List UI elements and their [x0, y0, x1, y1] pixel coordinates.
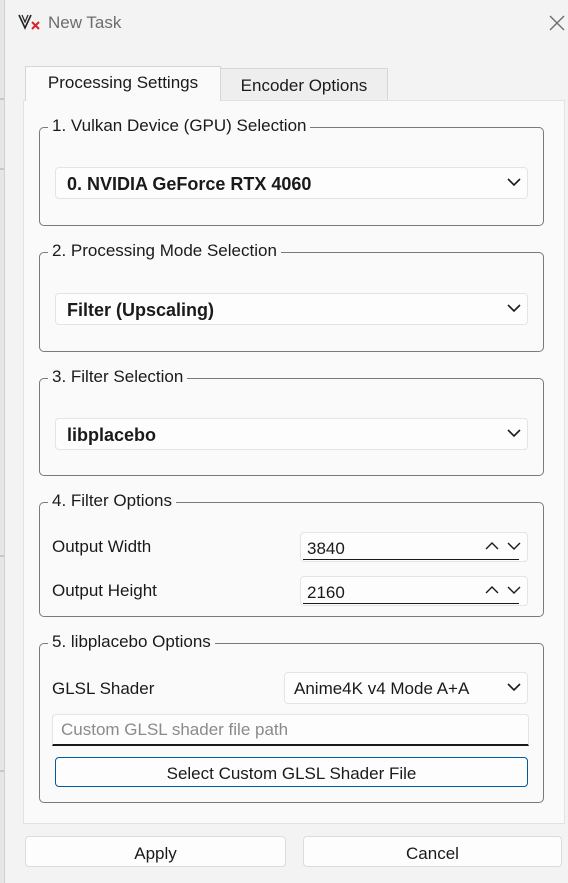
- cancel-button[interactable]: Cancel: [303, 836, 562, 867]
- selected-value: Anime4K v4 Mode A+A: [294, 679, 470, 698]
- tab-processing-settings[interactable]: Processing Settings: [25, 66, 221, 101]
- new-task-dialog: New Task Processing Settings Encoder Opt…: [4, 0, 568, 883]
- chevron-down-icon[interactable]: [507, 585, 521, 595]
- title-bar: New Task: [5, 0, 568, 44]
- output-width-value: 3840: [307, 539, 345, 558]
- group-title: 4. Filter Options: [48, 491, 176, 511]
- vulkan-device-group: 1. Vulkan Device (GPU) Selection 0. NVID…: [39, 116, 544, 226]
- chevron-down-icon: [507, 304, 521, 313]
- select-custom-glsl-file-button[interactable]: Select Custom GLSL Shader File: [55, 757, 528, 787]
- processing-mode-select[interactable]: Filter (Upscaling): [55, 293, 528, 325]
- libplacebo-options-group: 5. libplacebo Options GLSL Shader Anime4…: [39, 632, 544, 803]
- chevron-down-icon: [507, 683, 521, 692]
- selected-value: Filter (Upscaling): [67, 300, 215, 320]
- group-title: 3. Filter Selection: [48, 367, 188, 387]
- glsl-shader-select[interactable]: Anime4K v4 Mode A+A: [284, 672, 528, 704]
- custom-glsl-path-input[interactable]: [52, 714, 529, 746]
- input-underline: [303, 603, 519, 604]
- selected-value: libplacebo: [67, 425, 157, 445]
- filter-selection-group: 3. Filter Selection libplacebo: [39, 367, 544, 476]
- output-height-value: 2160: [307, 583, 345, 602]
- group-title: 1. Vulkan Device (GPU) Selection: [48, 116, 311, 136]
- group-title: 5. libplacebo Options: [48, 632, 215, 652]
- chevron-up-icon[interactable]: [485, 585, 499, 595]
- filter-options-group: 4. Filter Options Output Width 3840 Outp…: [39, 491, 544, 617]
- chevron-down-icon: [507, 178, 521, 187]
- output-width-label: Output Width: [52, 537, 152, 556]
- chevron-up-icon[interactable]: [485, 541, 499, 551]
- output-height-spinbox[interactable]: 2160: [300, 576, 528, 606]
- input-underline: [303, 559, 519, 560]
- glsl-shader-label: GLSL Shader: [52, 679, 155, 698]
- window-title: New Task: [48, 13, 122, 32]
- vulkan-device-select[interactable]: 0. NVIDIA GeForce RTX 4060: [55, 167, 528, 199]
- close-icon[interactable]: [546, 12, 568, 34]
- tab-encoder-options[interactable]: Encoder Options: [220, 68, 388, 102]
- processing-mode-group: 2. Processing Mode Selection Filter (Ups…: [39, 241, 544, 352]
- output-width-spinbox[interactable]: 3840: [300, 532, 528, 562]
- chevron-down-icon: [507, 429, 521, 438]
- video2x-logo-icon: [18, 14, 40, 30]
- selected-value: 0. NVIDIA GeForce RTX 4060: [67, 174, 312, 194]
- apply-button[interactable]: Apply: [25, 836, 286, 867]
- output-height-label: Output Height: [52, 581, 157, 600]
- filter-select[interactable]: libplacebo: [55, 418, 528, 450]
- group-title: 2. Processing Mode Selection: [48, 241, 281, 261]
- chevron-down-icon[interactable]: [507, 541, 521, 551]
